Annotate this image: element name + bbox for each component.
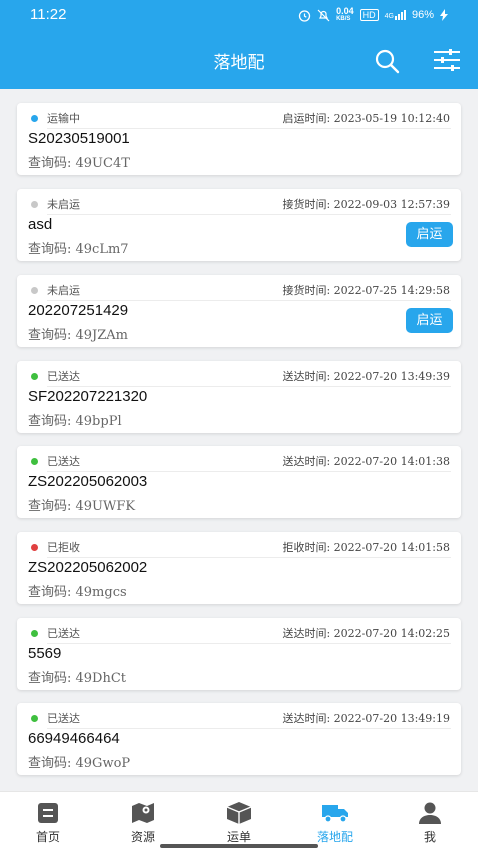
order-code: 5569 [28,645,62,662]
tab-label: 我 [423,830,436,844]
order-time: 送达时间: 2022-07-20 14:02:25 [282,627,450,640]
query-code: 查询码: 49GwoP [28,756,131,771]
box-icon [226,802,252,824]
order-status: 运输中 [47,112,80,125]
order-code: S20230519001 [28,130,130,147]
tab-label: 运单 [226,830,251,844]
tab-label: 落地配 [316,830,353,844]
status-dot [31,458,38,465]
status-dot [31,115,38,122]
charging-icon [440,9,448,21]
order-card[interactable]: 已送达 送达时间: 2022-07-20 13:49:19 6694946646… [17,703,461,775]
order-card[interactable]: 已送达 送达时间: 2022-07-20 13:49:39 SF20220722… [17,361,461,433]
start-shipment-button[interactable]: 启运 [406,308,453,333]
status-dot [31,544,38,551]
divider [47,471,451,472]
mute-icon [317,9,330,21]
tab-resources[interactable]: 资源 [95,792,191,850]
hd-badge: HD [359,9,379,21]
tab-waybill[interactable]: 运单 [191,792,287,850]
battery-level: 96% [411,9,434,21]
bottom-tab-bar: 首页 资源 运单 落地配 我 [0,791,478,850]
divider [47,728,451,729]
tab-home[interactable]: 首页 [0,792,96,850]
order-code: asd [28,216,53,233]
tab-last-mile[interactable]: 落地配 [287,792,383,850]
query-code: 查询码: 49DhCt [28,671,127,686]
signal-icon: 4G [385,10,406,20]
order-time: 送达时间: 2022-07-20 13:49:39 [282,370,450,383]
order-card[interactable]: 未启运 接货时间: 2022-09-03 12:57:39 asd 查询码: 4… [17,189,461,261]
order-code: ZS202205062003 [28,473,148,490]
query-code: 查询码: 49mgcs [28,585,127,600]
alarm-icon [298,9,311,22]
order-code: ZS202205062002 [28,559,148,576]
order-card[interactable]: 已送达 送达时间: 2022-07-20 14:02:25 5569 查询码: … [17,618,461,690]
order-time: 送达时间: 2022-07-20 14:01:38 [282,455,450,468]
query-code: 查询码: 49bpPl [28,414,122,429]
status-dot [31,630,38,637]
order-time: 启运时间: 2023-05-19 10:12:40 [282,112,450,125]
divider [47,643,451,644]
order-status: 已送达 [47,455,80,468]
page-title: 落地配 [213,53,265,73]
order-code: 202207251429 [28,302,129,319]
divider [47,386,451,387]
app-bar: 落地配 [0,30,478,89]
order-status: 未启运 [47,198,80,211]
tab-label: 首页 [35,830,60,844]
status-dot [31,201,38,208]
start-shipment-button[interactable]: 启运 [406,222,453,247]
divider [47,214,451,215]
divider [47,300,451,301]
order-time: 接货时间: 2022-07-25 14:29:58 [282,284,450,297]
tab-label: 资源 [130,830,155,844]
map-icon [132,803,154,823]
divider [47,557,451,558]
home-icon [38,803,58,823]
order-status: 未启运 [47,284,80,297]
status-icons: 0.04 KB/S HD 4G 96% [298,7,448,23]
order-time: 送达时间: 2022-07-20 13:49:19 [282,712,450,725]
status-dot [31,373,38,380]
query-code: 查询码: 49UWFK [28,499,136,514]
user-icon [419,802,441,824]
status-bar: 11:22 0.04 KB/S HD 4G 96% [0,0,478,30]
order-card[interactable]: 已送达 送达时间: 2022-07-20 14:01:38 ZS20220506… [17,446,461,518]
home-indicator [160,844,318,848]
order-card[interactable]: 运输中 启运时间: 2023-05-19 10:12:40 S202305190… [17,103,461,175]
query-code: 查询码: 49JZAm [28,328,129,343]
order-status: 已送达 [47,370,80,383]
filter-icon[interactable] [433,47,461,73]
order-time: 拒收时间: 2022-07-20 14:01:58 [282,541,450,554]
status-dot [31,287,38,294]
order-card[interactable]: 已拒收 拒收时间: 2022-07-20 14:01:58 ZS20220506… [17,532,461,604]
order-status: 已送达 [47,627,80,640]
order-status: 已送达 [47,712,80,725]
order-code: SF202207221320 [28,388,148,405]
net-speed: 0.04 KB/S [336,6,354,23]
truck-icon [322,805,348,823]
query-code: 查询码: 49cLm7 [28,242,129,257]
query-code: 查询码: 49UC4T [28,156,130,171]
status-time: 11:22 [30,6,67,23]
divider [47,128,451,129]
order-list[interactable]: 运输中 启运时间: 2023-05-19 10:12:40 S202305190… [0,89,478,791]
order-code: 66949466464 [28,730,120,747]
search-icon[interactable] [374,48,400,74]
order-card[interactable]: 未启运 接货时间: 2022-07-25 14:29:58 2022072514… [17,275,461,347]
order-status: 已拒收 [47,541,80,554]
status-dot [31,715,38,722]
order-time: 接货时间: 2022-09-03 12:57:39 [282,198,450,211]
tab-me[interactable]: 我 [382,792,478,850]
